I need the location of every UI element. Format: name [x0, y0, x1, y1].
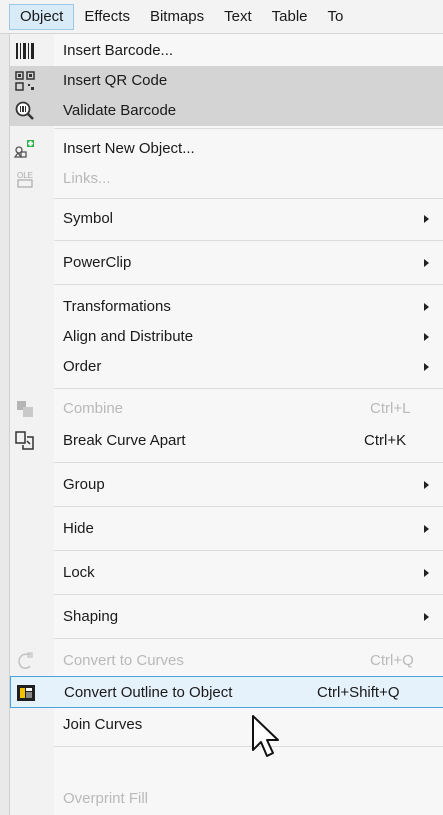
menu-item-hide[interactable]: Hide: [10, 514, 443, 544]
menu-item-label: Hide: [63, 520, 94, 537]
menu-item-label: Transformations: [63, 298, 171, 315]
submenu-arrow-icon: [424, 333, 429, 341]
submenu-arrow-icon: [424, 215, 429, 223]
menu-item-label: Insert New Object...: [63, 140, 195, 157]
insert-object-icon: [14, 138, 36, 160]
menu-item-order[interactable]: Order: [10, 352, 443, 382]
qr-code-icon: [14, 70, 36, 92]
shortcut-label: Ctrl+K: [364, 432, 407, 449]
object-dropdown-menu: Insert Barcode... Insert QR Code Validat…: [9, 34, 443, 815]
submenu-arrow-icon: [424, 481, 429, 489]
separator: [54, 240, 443, 241]
svg-text:OLE: OLE: [17, 171, 33, 180]
menu-item-label: Order: [63, 358, 102, 375]
menu-item-label: PowerClip: [63, 254, 132, 271]
menu-item-label: Symbol: [63, 210, 114, 227]
menu-item-group[interactable]: Group: [10, 470, 443, 500]
menu-item-break-curve-apart[interactable]: Break Curve Apart Ctrl+K: [10, 426, 443, 456]
separator: [54, 506, 443, 507]
separator: [54, 550, 443, 551]
menu-object[interactable]: Object: [9, 3, 75, 30]
mouse-pointer-icon: [252, 715, 279, 757]
magnifier-barcode-icon: [14, 100, 36, 122]
menu-item-transformations[interactable]: Transformations: [10, 292, 443, 322]
separator: [54, 388, 443, 389]
menu-item-lock[interactable]: Lock: [10, 558, 443, 588]
menu-item-validate-barcode[interactable]: Validate Barcode: [10, 96, 443, 126]
menu-table[interactable]: Table: [262, 4, 318, 30]
menu-item-label: Insert Barcode...: [63, 42, 174, 59]
menu-item-label: Combine: [63, 400, 124, 417]
convert-outline-icon: [15, 682, 37, 704]
menu-item-links[interactable]: OLE Links...: [10, 164, 443, 194]
submenu-arrow-icon: [424, 363, 429, 371]
submenu-arrow-icon: [424, 259, 429, 267]
separator: [54, 462, 443, 463]
barcode-icon: [14, 40, 36, 62]
menu-item-insert-new-object[interactable]: Insert New Object...: [10, 134, 443, 164]
menu-item-insert-barcode[interactable]: Insert Barcode...: [10, 36, 443, 66]
shortcut-label: Ctrl+Shift+Q: [317, 684, 400, 701]
submenu-arrow-icon: [424, 569, 429, 577]
menu-bar: Object Effects Bitmaps Text Table To: [0, 0, 443, 34]
menu-item-insert-qr-code[interactable]: Insert QR Code: [10, 66, 443, 96]
menu-item-label: Convert to Curves: [63, 652, 184, 669]
break-apart-icon: [14, 430, 36, 452]
convert-curves-icon: [14, 650, 36, 672]
submenu-arrow-icon: [424, 525, 429, 533]
shortcut-label: Ctrl+Q: [370, 652, 414, 669]
menu-text[interactable]: Text: [214, 4, 262, 30]
menu-item-label: Shaping: [63, 608, 119, 625]
separator: [54, 284, 443, 285]
combine-icon: [14, 398, 36, 420]
menu-bitmaps[interactable]: Bitmaps: [140, 4, 214, 30]
menu-item-label: Validate Barcode: [63, 102, 177, 119]
menu-item-label: Group: [63, 476, 105, 493]
menu-item-label: Links...: [63, 170, 111, 187]
menu-item-combine[interactable]: Combine Ctrl+L: [10, 394, 443, 424]
menu-item-align-distribute[interactable]: Align and Distribute: [10, 322, 443, 352]
menu-item-powerclip[interactable]: PowerClip: [10, 248, 443, 278]
menu-item-label: Lock: [63, 564, 95, 581]
separator: [54, 128, 443, 129]
separator: [54, 594, 443, 595]
menu-item-label: Align and Distribute: [63, 328, 194, 345]
menu-item-label: Join Curves: [63, 716, 143, 733]
menu-item-label: Insert QR Code: [63, 72, 168, 89]
menu-item-join-curves[interactable]: Join Curves: [10, 710, 443, 740]
separator: [54, 638, 443, 639]
menu-item-symbol[interactable]: Symbol: [10, 204, 443, 234]
menu-effects[interactable]: Effects: [74, 4, 140, 30]
submenu-arrow-icon: [424, 613, 429, 621]
menu-item-label: Convert Outline to Object: [64, 684, 233, 701]
menu-item-label: Break Curve Apart: [63, 432, 186, 449]
menu-item-convert-to-curves[interactable]: Convert to Curves Ctrl+Q: [10, 646, 443, 676]
separator: [54, 198, 443, 199]
menu-item-overprint-fill[interactable]: Overprint Fill: [10, 784, 443, 814]
shortcut-label: Ctrl+L: [370, 400, 411, 417]
separator: [54, 746, 443, 747]
menu-item-convert-outline-to-object[interactable]: Convert Outline to Object Ctrl+Shift+Q: [10, 676, 443, 708]
menu-item-shaping[interactable]: Shaping: [10, 602, 443, 632]
ole-links-icon: OLE: [14, 168, 36, 190]
menu-tools[interactable]: To: [318, 4, 354, 30]
submenu-arrow-icon: [424, 303, 429, 311]
menu-item-label: Overprint Fill: [63, 790, 149, 807]
